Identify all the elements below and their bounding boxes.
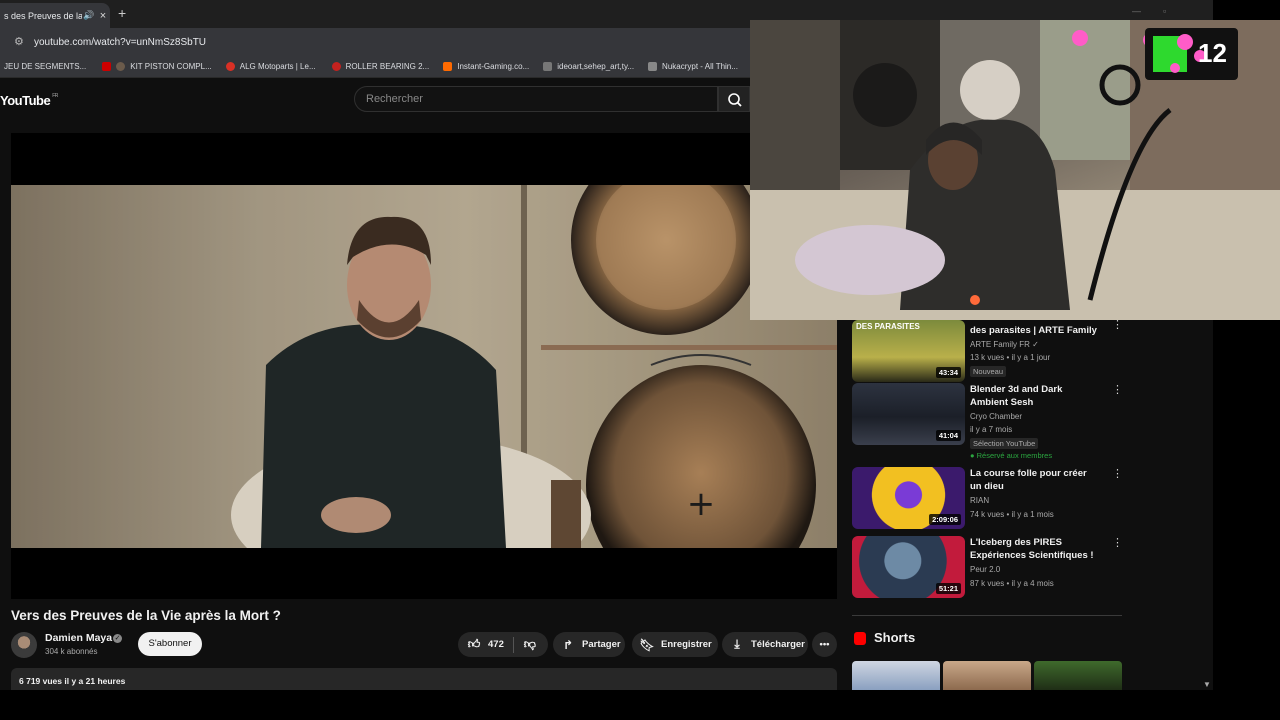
bookmark-item[interactable]: ALG Motoparts | Le... <box>225 62 316 71</box>
scroll-down-arrow-icon[interactable]: ▼ <box>1203 680 1211 689</box>
youtube-selection-tag: Sélection YouTube <box>970 438 1039 449</box>
short-thumbnail[interactable] <box>1034 661 1122 690</box>
bookmark-item[interactable]: ROLLER BEARING 2... <box>331 62 429 71</box>
browser-tab[interactable]: s des Preuves de la Vie 🔊 × <box>0 3 110 28</box>
svg-text:+: + <box>687 484 716 524</box>
subscribe-button[interactable]: S'abonner <box>138 632 202 656</box>
youtube-favicon-icon <box>102 62 112 71</box>
recommendation-meta: 74 k vues • il y a 1 mois <box>970 510 1054 519</box>
members-only-badge: ● Réservé aux membres <box>970 451 1053 460</box>
nukacrypt-favicon-icon <box>648 62 658 71</box>
new-tab-button[interactable]: + <box>118 5 126 21</box>
bearing-favicon-icon <box>331 62 341 71</box>
youtube-logo[interactable]: YouTube FR <box>0 93 58 108</box>
channel-subscribers: 304 k abonnés <box>45 647 98 656</box>
video-title: Vers des Preuves de la Vie après la Mort… <box>11 608 281 623</box>
shorts-heading: Shorts <box>874 630 916 645</box>
tab-title: s des Preuves de la Vie <box>4 10 82 21</box>
recommendation-channel[interactable]: RIAN <box>970 496 989 505</box>
ideoart-favicon-icon <box>543 62 553 71</box>
bookmarks-bar: JEU DE SEGMENTS... KIT PISTON COMPL... A… <box>0 56 750 78</box>
recommendation-title[interactable]: Blender 3d and Dark Ambient Sesh <box>970 383 1100 409</box>
dislike-button[interactable]: 👎︎ <box>522 637 538 652</box>
recommendation-thumbnail[interactable]: 41:04 <box>852 383 965 445</box>
recommendation-thumbnail[interactable]: 2:09:06 <box>852 467 965 529</box>
logo-region: FR <box>52 93 58 99</box>
short-thumbnail[interactable] <box>943 661 1031 690</box>
speaker-icon[interactable]: 🔊 <box>82 10 96 21</box>
bookmark-item[interactable]: ideoart,sehep_art,ty... <box>543 62 634 71</box>
bookmark-item[interactable]: Instant-Gaming.co... <box>443 62 529 71</box>
search-button[interactable] <box>718 86 750 112</box>
recommendation-item[interactable]: 2:09:06 La course folle pour créer un di… <box>852 467 1123 537</box>
search-placeholder: Rechercher <box>366 93 423 105</box>
views-date: 6 719 vues il y a 21 heures <box>19 676 126 686</box>
search-icon <box>728 93 742 107</box>
more-horizontal-icon: ••• <box>819 639 830 650</box>
video-player[interactable]: + <box>11 133 837 599</box>
recommendation-title[interactable]: des parasites | ARTE Family <box>970 324 1100 337</box>
address-bar[interactable]: ⚙ youtube.com/watch?v=unNmSz8SbTU <box>0 28 750 56</box>
new-tag: Nouveau <box>970 366 1007 377</box>
recommendation-meta: 87 k vues • il y a 4 mois <box>970 579 1054 588</box>
shorts-divider <box>852 615 1122 616</box>
recommendation-item[interactable]: DES PARASITES 43:34 des parasites | ARTE… <box>852 320 1123 390</box>
recommendation-channel[interactable]: Cryo Chamber <box>970 412 1022 421</box>
channel-avatar[interactable] <box>11 632 37 658</box>
verified-check-icon: ✓ <box>1032 340 1039 349</box>
more-actions-button[interactable]: ••• <box>812 632 837 657</box>
more-vertical-icon[interactable]: ⋮ <box>1112 385 1123 396</box>
avatar-favicon-icon <box>116 62 126 71</box>
more-vertical-icon[interactable]: ⋮ <box>1112 320 1123 331</box>
recommendation-item[interactable]: 51:21 L'Iceberg des PIRES Expériences Sc… <box>852 536 1123 606</box>
instant-gaming-favicon-icon <box>443 62 453 71</box>
bookmark-icon: 🔖︎ <box>639 637 655 652</box>
recommendation-channel[interactable]: Peur 2.0 <box>970 565 1000 574</box>
like-divider <box>512 636 514 653</box>
search-input[interactable]: Rechercher <box>354 86 718 112</box>
like-button[interactable]: 👍︎ 472 <box>458 637 504 652</box>
like-dislike-group: 👍︎ 472 👎︎ <box>458 632 548 657</box>
more-vertical-icon[interactable]: ⋮ <box>1112 538 1123 549</box>
share-icon: ↱ <box>562 637 574 652</box>
recommendation-meta: 13 k vues • il y a 1 jour <box>970 353 1051 362</box>
verified-check-icon: ✓ <box>113 634 122 643</box>
tab-close-icon[interactable]: × <box>96 10 110 22</box>
video-frame[interactable]: + <box>11 185 837 548</box>
more-vertical-icon[interactable]: ⋮ <box>1112 469 1123 480</box>
share-button[interactable]: ↱ Partager <box>553 632 625 657</box>
recommendation-item[interactable]: 41:04 Blender 3d and Dark Ambient Sesh C… <box>852 383 1123 460</box>
duration-badge: 51:21 <box>935 583 961 594</box>
minimize-icon[interactable]: — <box>1132 6 1141 16</box>
recommendation-thumbnail[interactable]: 51:21 <box>852 536 965 598</box>
duration-badge: 2:09:06 <box>929 514 961 525</box>
save-button[interactable]: 🔖︎ Enregistrer <box>632 632 718 657</box>
description-box[interactable]: 6 719 vues il y a 21 heures <box>11 668 837 690</box>
recommendation-thumbnail[interactable]: DES PARASITES 43:34 <box>852 320 965 382</box>
channel-name[interactable]: Damien Maya <box>45 632 112 644</box>
recommendation-meta: il y a 7 mois <box>970 425 1013 434</box>
bookmark-item[interactable]: Nukacrypt - All Thin... <box>648 62 738 71</box>
recommendation-title[interactable]: La course folle pour créer un dieu <box>970 467 1100 493</box>
url-text[interactable]: youtube.com/watch?v=unNmSz8SbTU <box>34 37 206 48</box>
recommendation-channel[interactable]: ARTE Family FR ✓ <box>970 340 1039 349</box>
maximize-icon[interactable]: ▫ <box>1163 6 1166 16</box>
recommendation-title[interactable]: L'Iceberg des PIRES Expériences Scientif… <box>970 536 1100 562</box>
duration-badge: 43:34 <box>935 367 961 378</box>
alg-favicon-icon <box>225 62 235 71</box>
shorts-icon <box>854 632 866 645</box>
bookmark-item[interactable]: KIT PISTON COMPL... <box>102 62 212 71</box>
video-content: + <box>11 185 837 548</box>
bottom-black-bar <box>0 690 1280 720</box>
like-count: 472 <box>488 639 504 650</box>
site-settings-icon[interactable]: ⚙ <box>14 36 26 48</box>
duration-badge: 41:04 <box>935 430 961 441</box>
bookmark-item[interactable]: JEU DE SEGMENTS... <box>4 62 86 71</box>
download-button[interactable]: ⤓ Télécharger <box>722 632 808 657</box>
download-icon: ⤓ <box>734 637 740 651</box>
badge-number: 12 <box>1198 38 1227 68</box>
thumbs-up-icon: 👍︎ <box>467 637 481 651</box>
thumbnail-caption: DES PARASITES <box>856 322 920 331</box>
short-thumbnail[interactable] <box>852 661 940 690</box>
